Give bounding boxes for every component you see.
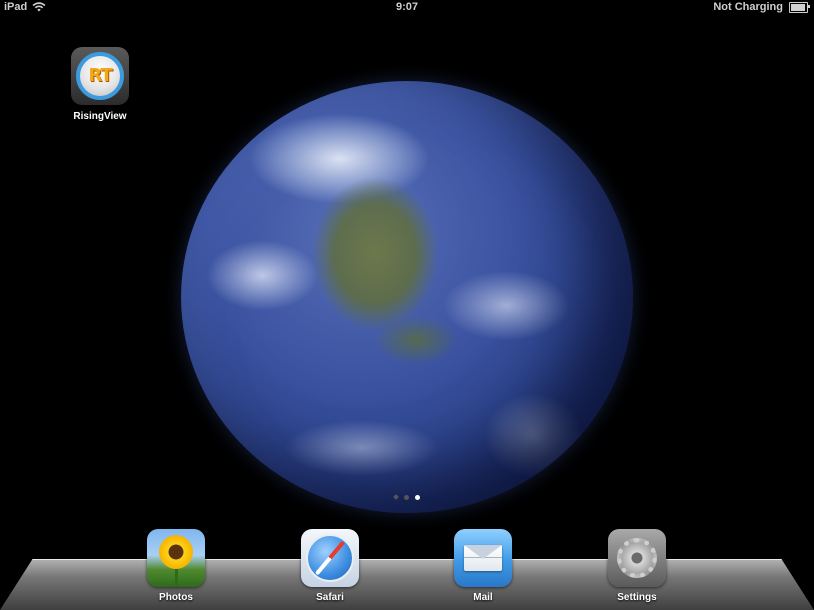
risingview-icon: RT — [71, 47, 129, 105]
battery-level — [791, 3, 806, 11]
battery-icon — [789, 1, 810, 13]
app-risingview[interactable]: RT RisingView — [60, 47, 140, 122]
envelope-icon — [464, 545, 502, 571]
app-label-risingview: RisingView — [73, 111, 127, 122]
dock-app-photos[interactable]: Photos — [136, 529, 216, 603]
earth-wallpaper — [181, 81, 633, 513]
envelope-flap — [464, 545, 502, 559]
settings-icon — [608, 529, 666, 587]
mail-icon — [454, 529, 512, 587]
battery-status-label: Not Charging — [713, 1, 783, 13]
page-indicator[interactable] — [0, 494, 814, 500]
app-label-safari: Safari — [316, 592, 344, 603]
dock-app-safari[interactable]: Safari — [290, 529, 370, 603]
sunflower-icon — [159, 535, 193, 569]
app-label-settings: Settings — [617, 592, 657, 603]
status-time: 9:07 — [395, 1, 419, 13]
photos-icon — [147, 529, 205, 587]
status-bar: iPad 9:07 Not Charging — [0, 0, 814, 16]
dock — [0, 559, 814, 610]
page-dot[interactable] — [404, 495, 409, 500]
dock-app-settings[interactable]: Settings — [597, 529, 677, 603]
app-label-mail: Mail — [473, 592, 493, 603]
gear-icon — [617, 538, 657, 578]
page-dot-current[interactable] — [415, 495, 420, 500]
dock-app-mail[interactable]: Mail — [443, 529, 523, 603]
status-right: Not Charging — [713, 1, 810, 13]
safari-icon — [301, 529, 359, 587]
app-label-photos: Photos — [159, 592, 193, 603]
home-screen: iPad 9:07 Not Charging RT RisingView Pho… — [0, 0, 814, 610]
risingview-logo-text: RT — [88, 65, 112, 86]
page-dot[interactable] — [393, 494, 399, 500]
